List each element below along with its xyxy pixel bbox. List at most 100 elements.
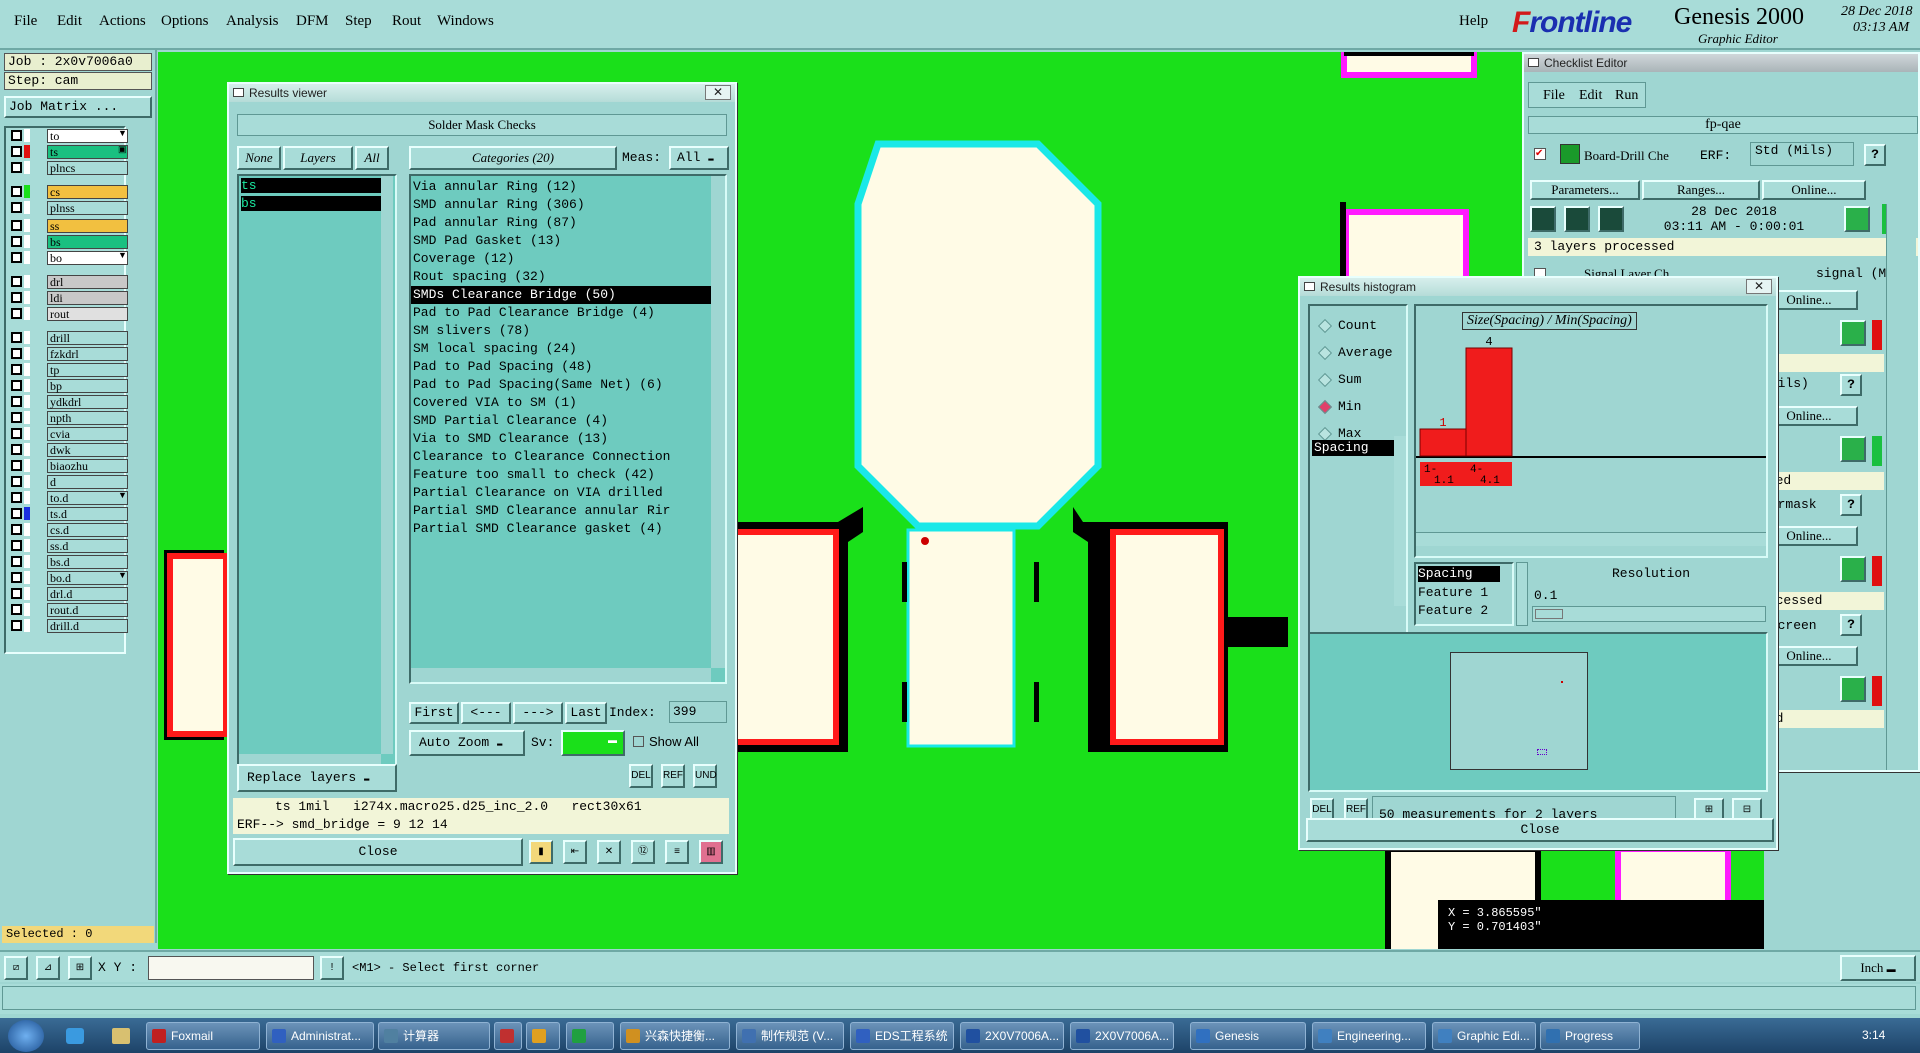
layer-checkbox[interactable] <box>11 604 22 615</box>
scrollbar[interactable] <box>411 668 711 682</box>
category-item[interactable]: SMD Pad Gasket (13) <box>411 232 711 250</box>
parameters-button[interactable]: Parameters... <box>1530 180 1640 200</box>
category-item[interactable]: Rout spacing (32) <box>411 268 711 286</box>
none-button[interactable]: None <box>237 146 281 170</box>
category-item[interactable]: Feature too small to check (42) <box>411 466 711 484</box>
layer-name[interactable]: drill <box>47 331 128 345</box>
layer-name[interactable]: ts.d <box>47 507 128 521</box>
run-icon[interactable] <box>1598 206 1624 232</box>
category-item[interactable]: Pad to Pad Spacing (48) <box>411 358 711 376</box>
layer-checkbox[interactable] <box>11 396 22 407</box>
layer-name[interactable]: ldi <box>47 291 128 305</box>
ranges-button[interactable]: Ranges... <box>1642 180 1760 200</box>
layer-checkbox[interactable] <box>11 276 22 287</box>
close-icon[interactable]: ✕ <box>705 85 731 100</box>
index-input[interactable]: 399 <box>669 701 727 723</box>
feature-list-item[interactable]: Feature 2 <box>1418 602 1488 620</box>
sv-color-dropdown[interactable]: ▬ <box>561 730 625 756</box>
zoom-icon[interactable] <box>1840 320 1866 346</box>
layer-name[interactable]: biaozhu <box>47 459 128 473</box>
layer-result-item[interactable]: ts <box>241 178 381 193</box>
layer-name[interactable]: rout <box>47 307 128 321</box>
help-question-button[interactable]: ? <box>1840 374 1862 396</box>
histogram-close-button[interactable]: Close <box>1306 818 1774 842</box>
mode-radio-min[interactable]: Min <box>1310 397 1406 417</box>
zoom-icon[interactable] <box>1840 676 1866 702</box>
layer-name[interactable]: cvia <box>47 427 128 441</box>
category-item[interactable]: Pad annular Ring (87) <box>411 214 711 232</box>
taskbar-task[interactable]: Administrat... <box>266 1022 374 1050</box>
layer-checkbox[interactable] <box>11 412 22 423</box>
zoom-icon[interactable] <box>1840 436 1866 462</box>
layer-checkbox[interactable] <box>11 476 22 487</box>
run-icon[interactable] <box>1530 206 1556 232</box>
highlight-icon[interactable]: ▮ <box>529 840 553 864</box>
scrollbar[interactable] <box>381 176 393 754</box>
category-item[interactable]: Via to SMD Clearance (13) <box>411 430 711 448</box>
layer-checkbox[interactable] <box>11 162 22 173</box>
layer-name[interactable]: plnss <box>47 201 128 215</box>
layer-checkbox[interactable] <box>11 588 22 599</box>
category-item[interactable]: Via annular Ring (12) <box>411 178 711 196</box>
resolution-slider[interactable] <box>1532 606 1766 622</box>
last-button[interactable]: Last <box>565 702 607 724</box>
explorer-icon[interactable] <box>112 1028 130 1044</box>
layer-checkbox[interactable] <box>11 332 22 343</box>
layer-name[interactable]: cs.d <box>47 523 128 537</box>
ref-icon[interactable]: REF <box>661 764 685 788</box>
menu-help[interactable]: Help <box>1459 13 1488 30</box>
del-icon[interactable]: DEL <box>629 764 653 788</box>
show-all-checkbox[interactable] <box>633 736 644 747</box>
checklist-menu-edit[interactable]: Edit <box>1579 88 1602 104</box>
menu-options[interactable]: Options <box>161 13 209 30</box>
layer-name[interactable]: dwk <box>47 443 128 457</box>
histogram-icon[interactable]: ▥ <box>699 840 723 864</box>
online-button[interactable]: Online... <box>1762 180 1866 200</box>
info-icon[interactable]: ! <box>320 956 344 980</box>
exit-icon[interactable]: ⇤ <box>563 840 587 864</box>
layer-checkbox[interactable] <box>11 236 22 247</box>
ie-icon[interactable] <box>66 1028 84 1044</box>
taskbar-task[interactable]: Progress <box>1540 1022 1640 1050</box>
feature-list-item[interactable]: Spacing <box>1418 566 1500 582</box>
next-button[interactable]: ---> <box>513 702 563 724</box>
first-button[interactable]: First <box>409 702 459 724</box>
category-item[interactable]: Partial SMD Clearance gasket (4) <box>411 520 711 538</box>
job-matrix-button[interactable]: Job Matrix ... <box>4 96 152 118</box>
menu-step[interactable]: Step <box>345 13 372 30</box>
menu-actions[interactable]: Actions <box>99 13 146 30</box>
check-toggle[interactable]: ✔ <box>1534 148 1546 160</box>
category-item[interactable]: Partial SMD Clearance annular Rir <box>411 502 711 520</box>
taskbar-task[interactable] <box>494 1022 522 1050</box>
layer-name[interactable]: ydkdrl <box>47 395 128 409</box>
taskbar-task[interactable]: 制作规范 (V... <box>736 1022 844 1050</box>
mode-radio-average[interactable]: Average <box>1310 343 1406 363</box>
category-item[interactable]: SMD annular Ring (306) <box>411 196 711 214</box>
layer-name[interactable]: ss.d <box>47 539 128 553</box>
layer-name[interactable]: bp <box>47 379 128 393</box>
layer-result-item[interactable]: bs <box>241 196 381 211</box>
category-item[interactable]: SMDs Clearance Bridge (50) <box>411 286 711 304</box>
layer-checkbox[interactable] <box>11 380 22 391</box>
taskbar-task[interactable]: Graphic Edi... <box>1432 1022 1536 1050</box>
taskbar-task[interactable]: Engineering... <box>1312 1022 1426 1050</box>
layer-checkbox[interactable] <box>11 202 22 213</box>
auto-zoom-dropdown[interactable]: Auto Zoom ▬ <box>409 730 525 756</box>
layer-checkbox[interactable] <box>11 348 22 359</box>
start-button[interactable] <box>8 1020 44 1052</box>
menu-dfm[interactable]: DFM <box>296 13 329 30</box>
menu-edit[interactable]: Edit <box>57 13 82 30</box>
layer-checkbox[interactable] <box>11 364 22 375</box>
feature-list-item[interactable]: Feature 1 <box>1418 584 1488 602</box>
checklist-menu-file[interactable]: File <box>1543 88 1565 104</box>
menu-rout[interactable]: Rout <box>392 13 421 30</box>
undo-icon[interactable]: UND <box>693 764 717 788</box>
layer-name[interactable]: drill.d <box>47 619 128 633</box>
category-item[interactable]: Covered VIA to SM (1) <box>411 394 711 412</box>
delete-icon[interactable]: ✕ <box>597 840 621 864</box>
layer-name[interactable]: ss <box>47 219 128 233</box>
help-question-button[interactable]: ? <box>1864 144 1886 166</box>
layer-checkbox[interactable] <box>11 220 22 231</box>
checklist-menu-run[interactable]: Run <box>1615 88 1638 104</box>
layer-name[interactable]: tp <box>47 363 128 377</box>
